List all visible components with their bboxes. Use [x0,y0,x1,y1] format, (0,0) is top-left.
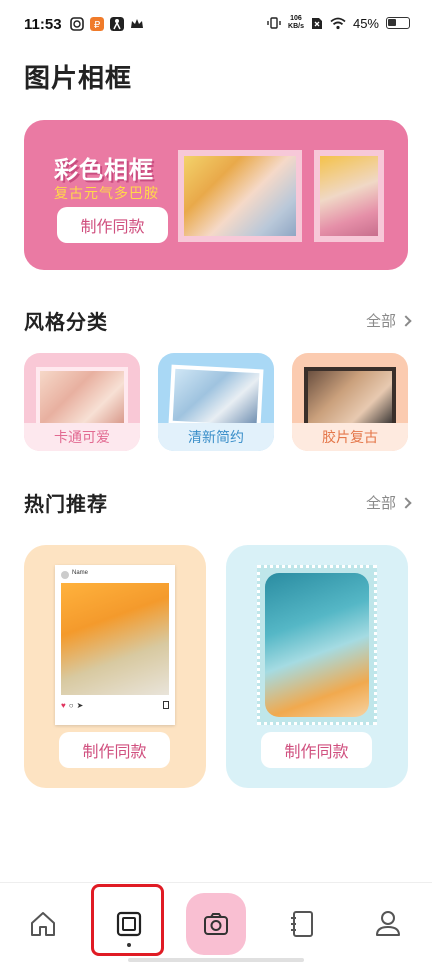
network-speed-unit: KB/s [288,23,304,30]
comment-icon: ○ [68,701,74,710]
chevron-right-icon [400,314,412,327]
category-label: 清新简约 [158,423,274,451]
wifi-icon [330,17,346,29]
orange-app-icon: ₽ [90,17,104,31]
notebook-icon [291,911,313,937]
vibrate-icon [267,17,281,29]
nav-camera[interactable] [186,883,246,964]
sim-icon [311,17,322,29]
battery-icon [386,17,410,29]
heart-icon: ♥ [61,701,66,710]
make-same-button[interactable]: 制作同款 [261,732,372,768]
banner-subtitle: 复古元气多巴胺 [54,185,159,201]
category-card-cute[interactable]: 卡通可爱 [24,353,140,451]
nav-notebook[interactable] [272,883,332,964]
hot-see-all-label: 全部 [365,495,396,512]
hot-section-title: 热门推荐 [24,494,108,516]
category-card-film[interactable]: 胶片复古 [292,353,408,451]
page-title: 图片相框 [24,63,133,93]
crown-icon [131,19,143,28]
category-label: 卡通可爱 [24,423,140,451]
notification-icons: ₽ [70,17,144,31]
hot-card-social-post[interactable]: Name ♥ ○ ➤ 制作同款 [24,545,206,788]
highlight-annotation [91,884,164,956]
banner-make-same-button[interactable]: 制作同款 [57,207,168,243]
hot-card-dotted-frame[interactable]: 制作同款 [226,545,408,788]
category-image [36,367,128,427]
home-icon [31,912,55,936]
system-status: 106 KB/s 45% [267,15,410,31]
network-speed: 106 KB/s [288,15,304,31]
bottom-nav [0,882,432,964]
banner-photo-small [314,150,384,242]
post-name: Name [72,570,89,576]
camera-icon [204,913,228,935]
category-card-fresh[interactable]: 清新简约 [158,353,274,451]
category-label: 胶片复古 [292,423,408,451]
post-frame-preview: Name ♥ ○ ➤ [55,565,175,725]
svg-text:₽: ₽ [94,20,101,31]
banner-photo-large [178,150,302,242]
post-image [61,583,169,695]
chevron-right-icon [400,496,412,509]
nav-home[interactable] [13,883,73,964]
network-speed-value: 106 [290,15,302,22]
status-bar: 11:53 ₽ 106 KB/s 45% [0,0,432,50]
figure-app-icon [110,17,124,31]
profile-icon [376,911,400,936]
frame-image [265,573,369,717]
nav-profile[interactable] [358,883,418,964]
home-indicator[interactable] [128,958,304,962]
category-image [168,364,264,430]
hot-see-all-link[interactable]: 全部 [365,492,412,513]
avatar [61,571,69,579]
bookmark-icon [163,701,169,709]
banner-title: 彩色相框 [54,157,154,184]
dotted-frame-preview [257,565,377,725]
style-section-title: 风格分类 [24,312,108,334]
style-see-all-label: 全部 [365,313,396,330]
battery-percent: 45% [352,15,379,31]
promo-banner[interactable]: 彩色相框 复古元气多巴胺 制作同款 [24,120,408,270]
style-see-all-link[interactable]: 全部 [365,310,412,331]
camera-button-bg [186,893,246,955]
circle-app-icon [70,17,84,31]
make-same-button[interactable]: 制作同款 [59,732,170,768]
post-actions: ♥ ○ ➤ [61,701,83,710]
category-image [304,367,396,427]
status-time: 11:53 [24,16,62,33]
share-icon: ➤ [76,701,84,710]
